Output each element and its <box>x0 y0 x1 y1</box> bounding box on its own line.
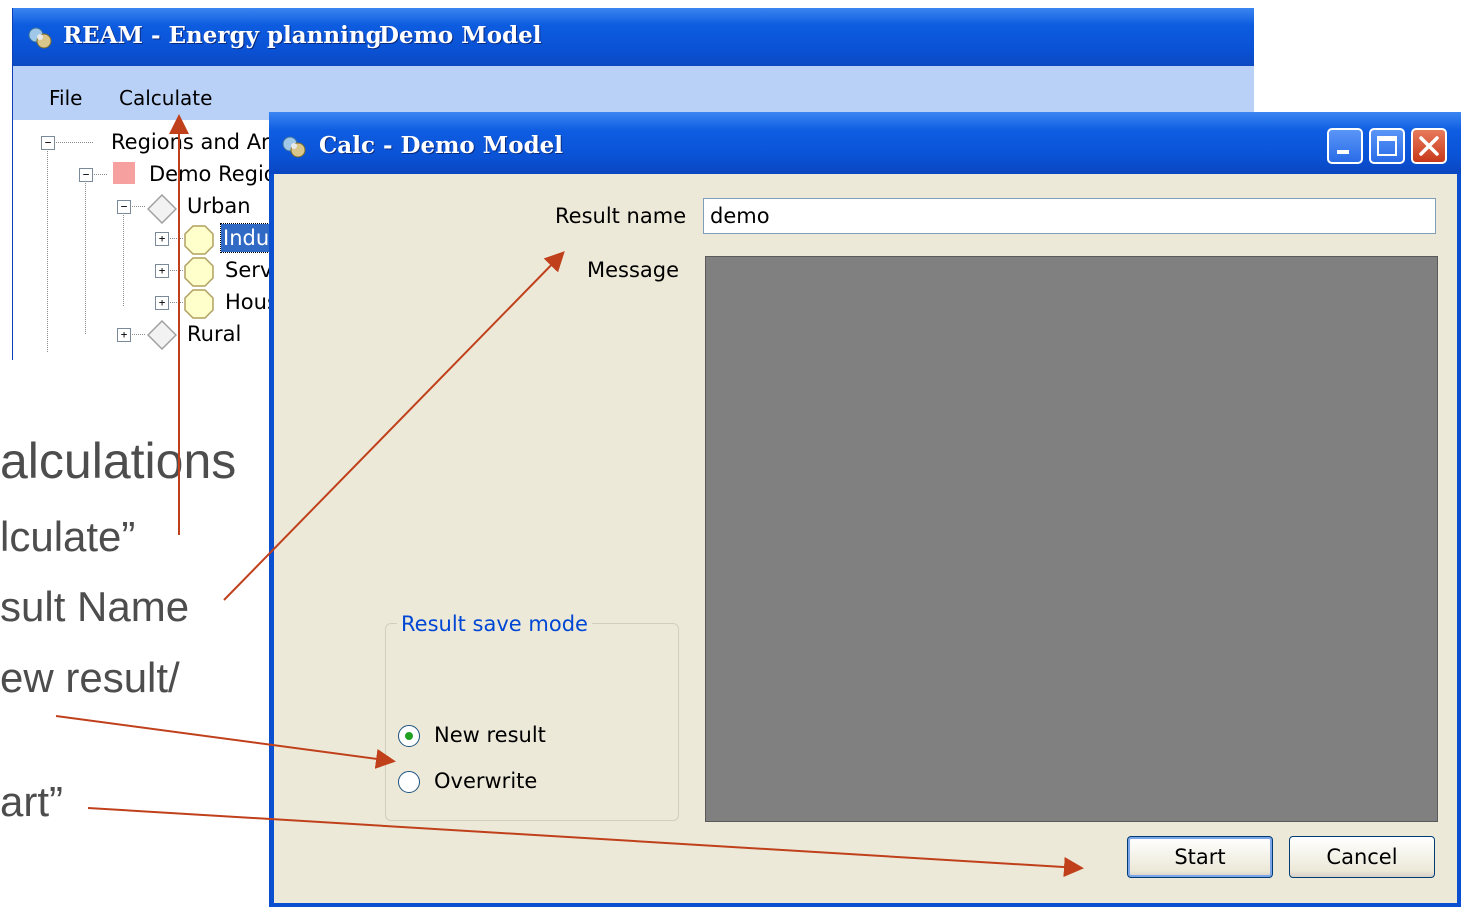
maximize-icon <box>1377 136 1397 156</box>
expand-icon[interactable]: + <box>155 264 169 278</box>
expand-icon[interactable]: + <box>155 296 169 310</box>
app-icon <box>281 134 307 164</box>
expand-icon[interactable]: + <box>117 328 131 342</box>
message-label: Message <box>587 258 680 282</box>
expand-icon[interactable]: + <box>155 232 169 246</box>
result-name-input[interactable]: demo <box>703 198 1436 234</box>
area-diamond-icon <box>146 319 178 355</box>
slide-bullet-result-name: sult Name <box>0 583 190 630</box>
menu-calculate[interactable]: Calculate <box>119 86 212 110</box>
main-window-titlebar[interactable]: REAM - Energy planning Demo Model <box>13 8 1254 66</box>
radio-selected-dot <box>405 732 413 740</box>
close-icon <box>1419 136 1439 156</box>
tree-item-demo-region[interactable]: Demo Regio <box>149 160 277 188</box>
tree-item-rural[interactable]: Rural <box>187 320 241 348</box>
overwrite-label[interactable]: Overwrite <box>434 769 537 793</box>
minimize-icon <box>1337 150 1349 154</box>
cancel-button[interactable]: Cancel <box>1289 836 1435 878</box>
collapse-icon[interactable]: − <box>117 200 131 214</box>
result-name-label: Result name <box>555 204 687 228</box>
tree-item-industry[interactable]: Indu <box>219 223 273 253</box>
calc-dialog: Calc - Demo Model Result name demo Messa… <box>269 112 1461 907</box>
message-area[interactable] <box>705 256 1438 822</box>
dialog-titlebar[interactable]: Calc - Demo Model <box>269 112 1461 174</box>
overwrite-radio[interactable] <box>398 771 420 793</box>
region-tree: − Regions and Are − Demo Regio − Urban +… <box>13 120 283 360</box>
slide-heading: alculations <box>0 433 237 489</box>
tree-item-regions[interactable]: Regions and Are <box>111 128 282 156</box>
slide-bullet-start: art” <box>0 778 63 825</box>
tree-item-services[interactable]: Serv <box>225 256 272 284</box>
tree-item-urban[interactable]: Urban <box>187 192 251 220</box>
collapse-icon[interactable]: − <box>41 136 55 150</box>
area-diamond-icon <box>146 193 178 229</box>
collapse-icon[interactable]: − <box>79 168 93 182</box>
dialog-title: Calc - Demo Model <box>319 132 564 159</box>
menu-file[interactable]: File <box>49 86 82 110</box>
result-save-mode-label: Result save mode <box>397 612 592 636</box>
new-result-label[interactable]: New result <box>434 723 546 747</box>
new-result-radio[interactable] <box>398 725 420 747</box>
dialog-body: Result name demo Message Result save mod… <box>274 174 1457 903</box>
maximize-button[interactable] <box>1369 128 1405 164</box>
close-button[interactable] <box>1411 128 1447 164</box>
slide-bullet-new-result: ew result/ <box>0 654 180 701</box>
region-icon <box>113 162 135 184</box>
main-window-title: REAM - Energy planning <box>63 22 382 49</box>
app-icon <box>27 25 53 55</box>
minimize-button[interactable] <box>1327 128 1363 164</box>
start-button[interactable]: Start <box>1127 836 1273 878</box>
slide-bullet-calculate: lculate” <box>0 513 136 560</box>
main-window-model-name: Demo Model <box>379 22 542 49</box>
